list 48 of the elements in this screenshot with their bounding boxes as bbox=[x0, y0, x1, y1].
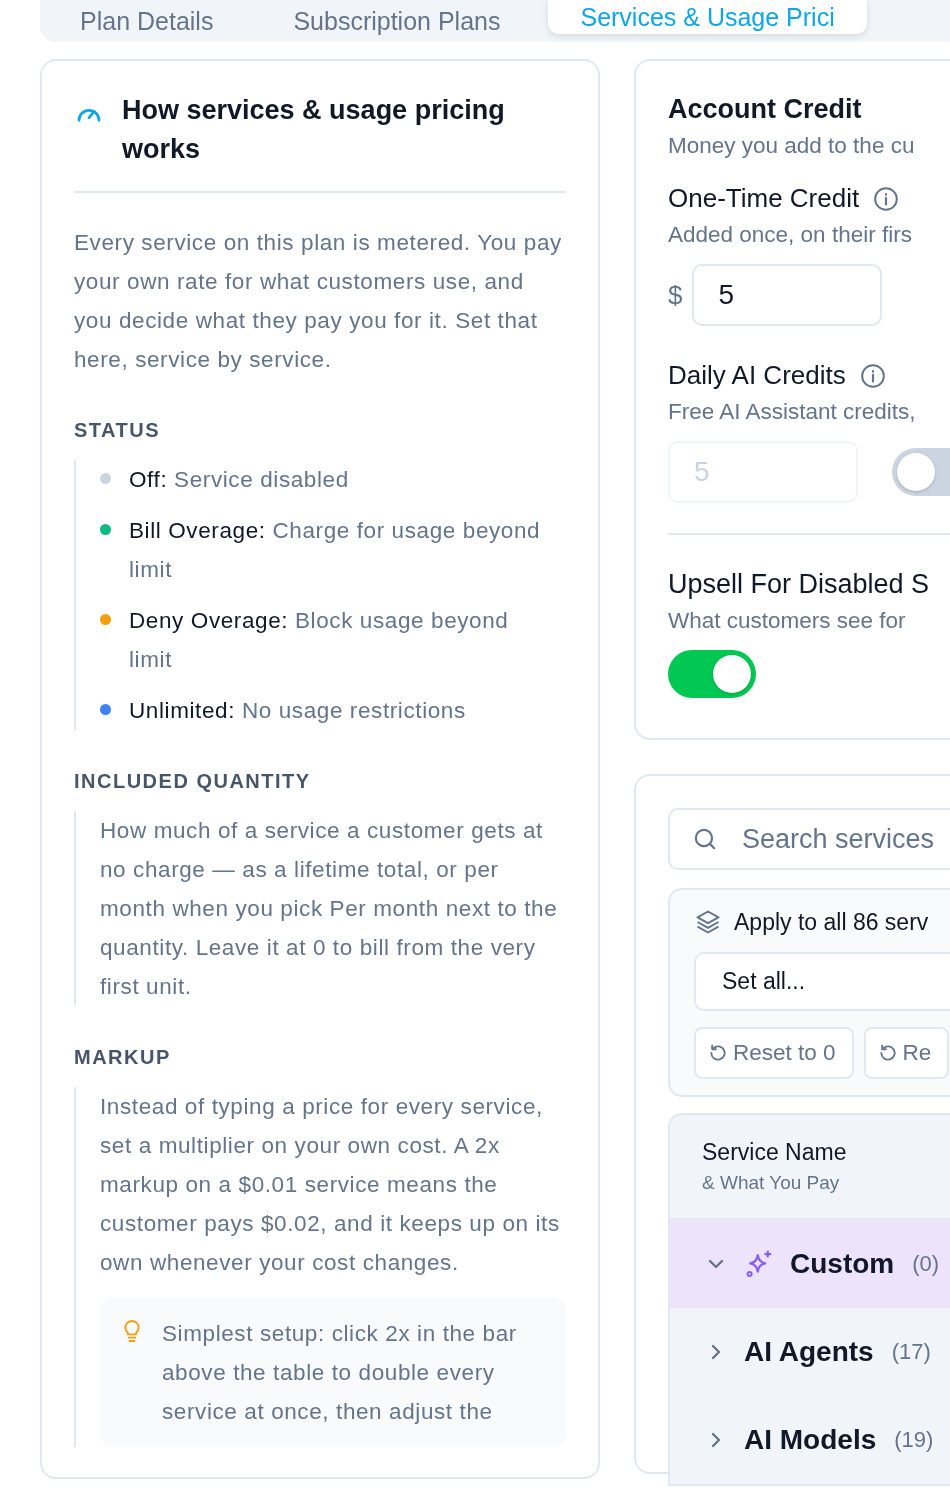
tip-text: Simplest setup: click 2x in the bar above the table to double every service at once, then adjust the bbox=[162, 1320, 518, 1426]
group-row[interactable]: AI Agents (17) bbox=[670, 1308, 950, 1396]
intro-text: Every service on this plan is metered. You pay your own rate for what customers use, and you decide what they pay you for it. Set that here, service by service. bbox=[74, 229, 563, 374]
group-name: AI Agents bbox=[744, 1336, 874, 1368]
group-name: Custom bbox=[790, 1248, 895, 1280]
status-description: Bill Overage: Charge for usage beyond limit bbox=[129, 517, 542, 584]
guide-title: How services & usage pricing works bbox=[122, 94, 506, 166]
section-heading: MARKUP bbox=[74, 1046, 172, 1069]
status-description: Unlimited: No usage restrictions bbox=[129, 697, 466, 725]
field-label: Daily AI Credits bbox=[668, 360, 846, 391]
section-subtitle: Money you add to the cu bbox=[668, 133, 916, 159]
section-title: Account Credit bbox=[668, 94, 863, 125]
reset-button[interactable]: Re bbox=[863, 1027, 950, 1079]
tab[interactable]: Services & Usage Prici bbox=[548, 0, 867, 34]
group-row[interactable]: AI Models (19) bbox=[670, 1396, 950, 1484]
markup-text: Instead of typing a price for every service, set a multiplier on your own cost. A 2x markup on a $0.01 service means the customer pays $0.02, and it keeps up on its own whenever your cost changes. bbox=[100, 1093, 561, 1277]
layers-icon bbox=[694, 908, 722, 936]
group-count: (19) bbox=[894, 1427, 934, 1453]
status-description: Off: Service disabled bbox=[129, 466, 349, 494]
status-description: Deny Overage: Block usage beyond limit bbox=[129, 607, 510, 674]
currency-symbol: $ bbox=[668, 279, 683, 311]
section-subtitle: What customers see for bbox=[668, 608, 907, 634]
included-text: How much of a service a customer gets at no charge — as a lifetime total, or per month when you pick Per month next to the quantity. Leave it at 0 to bill from the very first unit. bbox=[100, 817, 559, 1001]
field-help: Free AI Assistant credits, bbox=[668, 399, 917, 425]
group-row[interactable]: Custom (0) bbox=[670, 1220, 950, 1308]
undo-icon bbox=[708, 1043, 728, 1063]
info-icon[interactable] bbox=[873, 185, 900, 212]
group-count: (0) bbox=[912, 1251, 940, 1277]
group-count: (17) bbox=[891, 1339, 931, 1365]
section-title: Upsell For Disabled S bbox=[668, 569, 931, 600]
group-name: AI Models bbox=[744, 1424, 877, 1456]
column-header: Service Name bbox=[702, 1139, 848, 1166]
set-all-select[interactable]: Set all... bbox=[694, 952, 950, 1011]
tab[interactable]: Subscription Plans bbox=[253, 0, 541, 42]
bulk-title: Apply to all 86 serv bbox=[734, 908, 929, 936]
section-heading: STATUS bbox=[74, 419, 162, 442]
section-heading: INCLUDED QUANTITY bbox=[74, 770, 312, 793]
field-help: Added once, on their firs bbox=[668, 222, 913, 248]
info-icon[interactable] bbox=[859, 362, 886, 389]
search-field[interactable]: Search services bbox=[668, 808, 950, 870]
reset-button[interactable]: Reset to 0 bbox=[694, 1027, 854, 1079]
field-label: One-Time Credit bbox=[668, 183, 860, 214]
credit-input[interactable]: 5 bbox=[692, 264, 883, 326]
tab[interactable]: Plan Details bbox=[40, 0, 254, 42]
sparkle-icon bbox=[744, 1249, 774, 1279]
lightbulb-icon bbox=[122, 1318, 142, 1344]
column-subheader: & What You Pay bbox=[702, 1172, 841, 1194]
toggle-switch[interactable] bbox=[668, 650, 756, 698]
